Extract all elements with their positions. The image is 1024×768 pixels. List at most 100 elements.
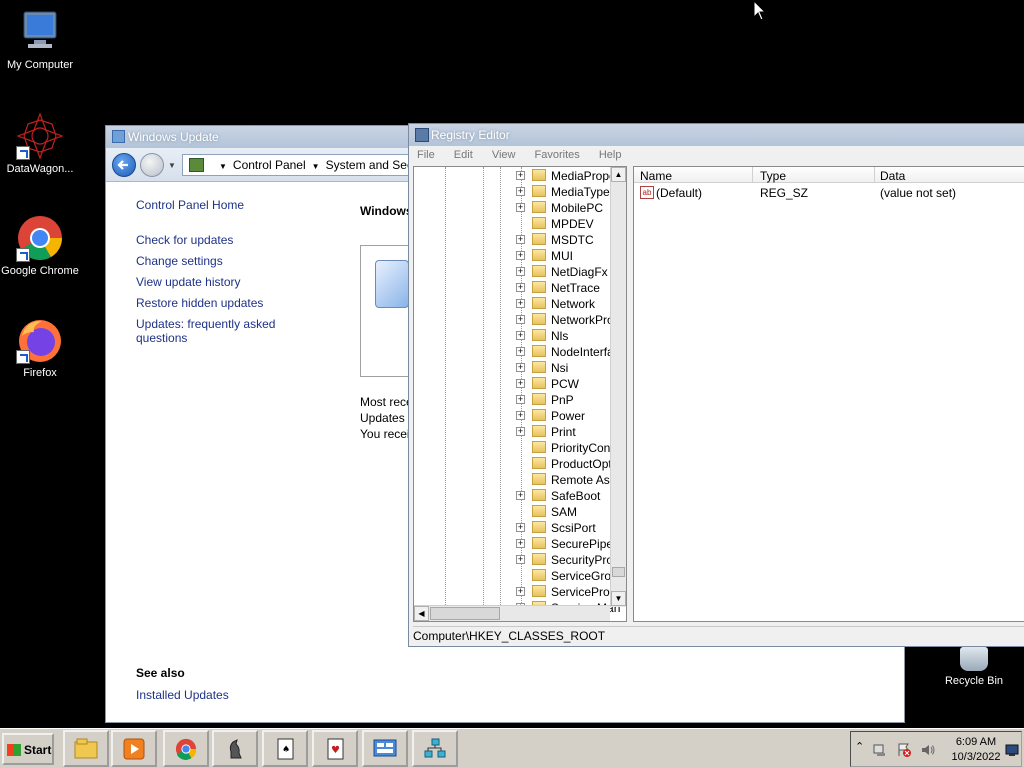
registry-key-tree[interactable]: + MediaProper + MediaTypes + MobilePC MPDEV + MS… [413, 166, 627, 622]
scroll-down-arrow-icon[interactable]: ▼ [611, 591, 626, 606]
start-button[interactable]: Start [2, 733, 54, 765]
tree-item[interactable]: + NetworkProv [414, 312, 624, 328]
expand-plus-icon[interactable]: + [516, 251, 525, 260]
show-desktop-icon[interactable] [1005, 743, 1019, 757]
tree-item[interactable]: + Power [414, 408, 624, 424]
link-updates-faq[interactable]: Updates: frequently asked questions [136, 317, 276, 345]
expand-plus-icon[interactable]: + [516, 491, 525, 500]
link-installed-updates[interactable]: Installed Updates [136, 688, 336, 702]
tree-item[interactable]: + MUI [414, 248, 624, 264]
clock[interactable]: 6:09 AM 10/3/2022 [941, 735, 1011, 765]
tree-item[interactable]: ServiceGrou [414, 568, 624, 584]
expand-plus-icon[interactable]: + [516, 379, 525, 388]
tree-item[interactable]: + SecurePipeS [414, 536, 624, 552]
link-view-update-history[interactable]: View update history [136, 275, 336, 289]
link-restore-hidden-updates[interactable]: Restore hidden updates [136, 296, 336, 310]
tree-item[interactable]: + MediaTypes [414, 184, 624, 200]
expand-plus-icon[interactable]: + [516, 315, 525, 324]
recent-pages-chevron-icon[interactable]: ▼ [168, 161, 176, 170]
expand-plus-icon[interactable]: + [516, 587, 525, 596]
menu-help[interactable]: Help [599, 149, 622, 161]
scroll-thumb[interactable] [430, 607, 500, 620]
taskbar-button-hierarchy-app[interactable] [412, 730, 458, 767]
taskbar-button-media-player[interactable] [111, 730, 157, 767]
expand-plus-icon[interactable]: + [516, 267, 525, 276]
expand-plus-icon[interactable]: + [516, 187, 525, 196]
expand-plus-icon[interactable]: + [516, 283, 525, 292]
tree-item[interactable]: + NetTrace [414, 280, 624, 296]
tree-item[interactable]: + SafeBoot [414, 488, 624, 504]
tree-item[interactable]: + PCW [414, 376, 624, 392]
column-header-data[interactable]: Data [880, 169, 905, 183]
expand-plus-icon[interactable]: + [516, 539, 525, 548]
link-control-panel-home[interactable]: Control Panel Home [136, 198, 336, 212]
tree-item[interactable]: + NodeInterfa [414, 344, 624, 360]
taskbar-button-file-explorer[interactable] [63, 730, 109, 767]
tree-item[interactable]: + SecurityProv [414, 552, 624, 568]
taskbar-button-hearts[interactable]: ♥ [312, 730, 358, 767]
desktop-icon-google-chrome[interactable]: Google Chrome [0, 214, 80, 277]
tree-item[interactable]: ProductOptic [414, 456, 624, 472]
taskbar-button-chess[interactable] [212, 730, 258, 767]
action-center-flag-icon[interactable] [897, 743, 911, 757]
taskbar-button-google-chrome[interactable] [163, 730, 209, 767]
scroll-left-arrow-icon[interactable]: ◀ [414, 606, 429, 621]
menu-file[interactable]: File [417, 149, 435, 161]
tree-item[interactable]: + ServiceProvi [414, 584, 624, 600]
tree-horizontal-scrollbar[interactable]: ◀ [414, 605, 610, 621]
desktop-icon-my-computer[interactable]: My Computer [0, 8, 80, 71]
registry-values-list[interactable]: Name Type Data ab (Default) REG_SZ (valu… [633, 166, 1024, 622]
tree-item[interactable]: + NetDiagFx [414, 264, 624, 280]
expand-plus-icon[interactable]: + [516, 171, 525, 180]
expand-plus-icon[interactable]: + [516, 411, 525, 420]
tree-item[interactable]: + MobilePC [414, 200, 624, 216]
expand-plus-icon[interactable]: + [516, 299, 525, 308]
network-icon[interactable] [873, 743, 887, 757]
scroll-up-arrow-icon[interactable]: ▲ [611, 167, 626, 182]
tree-item[interactable]: + ScsiPort [414, 520, 624, 536]
link-change-settings[interactable]: Change settings [136, 254, 336, 268]
expand-plus-icon[interactable]: + [516, 235, 525, 244]
tree-item[interactable]: + MSDTC [414, 232, 624, 248]
expand-plus-icon[interactable]: + [516, 427, 525, 436]
column-header-name[interactable]: Name [640, 169, 672, 183]
forward-button[interactable] [140, 153, 164, 177]
tree-item[interactable]: + Nsi [414, 360, 624, 376]
link-check-for-updates[interactable]: Check for updates [136, 233, 336, 247]
desktop-icon-firefox[interactable]: Firefox [0, 316, 80, 379]
table-row[interactable]: ab (Default) REG_SZ (value not set) [634, 185, 1024, 201]
column-header-type[interactable]: Type [760, 169, 786, 183]
tree-vertical-scrollbar[interactable]: ▲ ▼ [610, 167, 626, 607]
tree-item[interactable]: PriorityContr [414, 440, 624, 456]
expand-plus-icon[interactable]: + [516, 363, 525, 372]
show-hidden-icons-chevron-icon[interactable]: ⌃ [855, 740, 869, 754]
scroll-thumb[interactable] [612, 567, 625, 577]
breadcrumb-control-panel[interactable]: Control Panel [233, 158, 306, 172]
expand-plus-icon[interactable]: + [516, 347, 525, 356]
expand-plus-icon[interactable]: + [516, 555, 525, 564]
desktop-icon-datawagon[interactable]: DataWagon... [0, 112, 80, 175]
tree-item[interactable]: + PnP [414, 392, 624, 408]
breadcrumb-separator-icon[interactable]: ▼ [312, 162, 320, 171]
expand-plus-icon[interactable]: + [516, 203, 525, 212]
breadcrumb-separator-icon[interactable]: ▼ [219, 162, 227, 171]
tree-item[interactable]: MPDEV [414, 216, 624, 232]
expand-plus-icon[interactable]: + [516, 395, 525, 404]
back-button[interactable] [112, 153, 136, 177]
taskbar-button-solitaire[interactable]: ♠ [262, 730, 308, 767]
menu-view[interactable]: View [492, 149, 516, 161]
tree-item[interactable]: + Nls [414, 328, 624, 344]
taskbar-button-network-console[interactable] [362, 730, 408, 767]
expand-plus-icon[interactable]: + [516, 523, 525, 532]
expand-plus-icon[interactable]: + [516, 331, 525, 340]
tree-item[interactable]: SAM [414, 504, 624, 520]
desktop-icon-recycle-bin[interactable]: Recycle Bin [938, 647, 1010, 687]
registry-editor-titlebar[interactable]: Registry Editor [409, 124, 1024, 146]
tree-item[interactable]: + Network [414, 296, 624, 312]
tree-item[interactable]: + MediaProper [414, 168, 624, 184]
menu-favorites[interactable]: Favorites [535, 149, 580, 161]
tree-item[interactable]: + Print [414, 424, 624, 440]
tree-item[interactable]: Remote Assi [414, 472, 624, 488]
menu-edit[interactable]: Edit [454, 149, 473, 161]
volume-icon[interactable] [921, 743, 935, 757]
